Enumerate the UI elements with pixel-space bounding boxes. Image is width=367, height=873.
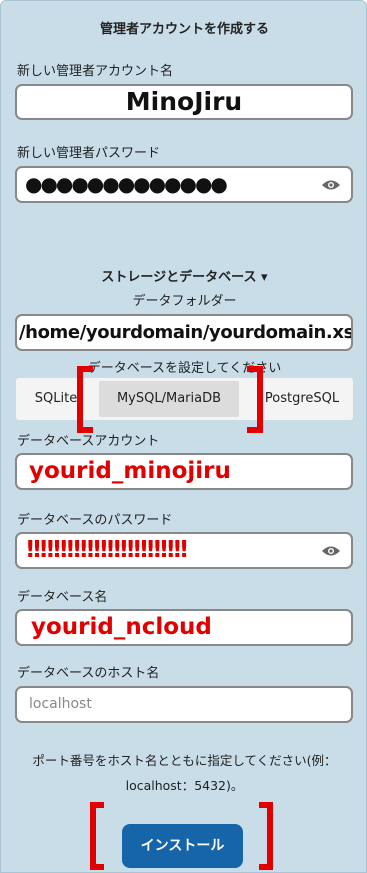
data-folder-label: データフォルダー — [132, 294, 237, 309]
admin-user-input[interactable]: MinoJiru — [15, 84, 353, 120]
setup-panel: 管理者アカウントを作成する 新しい管理者アカウント名 MinoJiru 新しい管… — [0, 0, 367, 873]
admin-user-label: 新しい管理者アカウント名 — [17, 64, 174, 79]
form-heading: 管理者アカウントを作成する — [99, 22, 269, 37]
db-pass-label: データベースのパスワード — [17, 513, 173, 528]
db-name-value: yourid_ncloud — [31, 614, 212, 640]
storage-database-toggle[interactable]: ストレージとデータベース ▾ — [1, 266, 367, 285]
eye-icon[interactable] — [321, 545, 341, 557]
port-hint-line1: ポート番号をホスト名とともに指定してください(例： — [32, 753, 337, 768]
db-config-label: データベースを設定してください — [87, 361, 282, 376]
data-folder-input[interactable]: /home/yourdomain/yourdomain.xsrv — [15, 314, 353, 351]
db-name-input[interactable]: yourid_ncloud — [15, 609, 353, 646]
admin-pass-input[interactable]: ●●●●●●●●●●●●● — [15, 166, 353, 203]
annotation-bracket-left — [77, 366, 93, 433]
port-hint-line2: localhost：5432)。 — [125, 778, 244, 793]
db-user-input[interactable]: yourid_minojiru — [15, 453, 353, 490]
annotation-bracket-right — [247, 366, 263, 433]
eye-icon[interactable] — [321, 179, 341, 191]
annotation-bracket-left — [90, 802, 104, 870]
data-folder-value: /home/yourdomain/yourdomain.xsrv — [19, 322, 353, 343]
annotation-bracket-right — [259, 802, 273, 870]
db-user-label: データベースアカウント — [17, 434, 160, 449]
db-pass-value: !!!!!!!!!!!!!!!!!!!!!!!! — [25, 537, 189, 563]
db-host-input[interactable]: localhost — [15, 686, 353, 723]
tab-mysql-mariadb[interactable]: MySQL/MariaDB — [99, 381, 239, 417]
admin-user-value: MinoJiru — [125, 87, 243, 116]
db-name-label: データベース名 — [17, 590, 108, 605]
db-user-value: yourid_minojiru — [29, 458, 231, 484]
admin-pass-label: 新しい管理者パスワード — [17, 146, 161, 161]
db-host-placeholder: localhost — [29, 696, 92, 712]
db-pass-input[interactable]: !!!!!!!!!!!!!!!!!!!!!!!! — [15, 532, 353, 569]
tab-postgresql[interactable]: PostgreSQL — [252, 378, 352, 420]
db-type-tabs: SQLite MySQL/MariaDB PostgreSQL — [16, 378, 353, 420]
admin-pass-value: ●●●●●●●●●●●●● — [25, 172, 228, 196]
db-host-label: データベースのホスト名 — [17, 666, 160, 681]
install-button[interactable]: インストール — [122, 824, 243, 868]
